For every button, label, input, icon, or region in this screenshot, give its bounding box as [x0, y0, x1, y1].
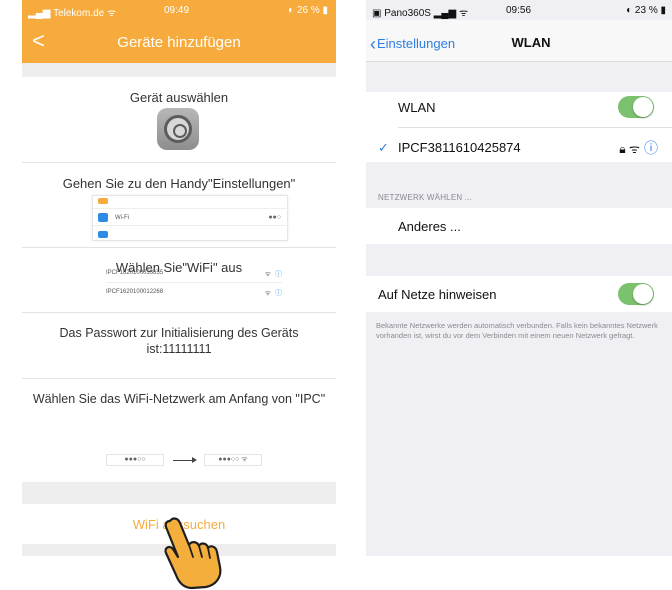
step-password: Das Passwort zur Initialisierung des Ger… [59, 326, 299, 356]
info-icon: ⓘ [275, 290, 282, 297]
app-square-icon: ▣ [372, 8, 382, 19]
battery-icon: ◐ [288, 5, 295, 16]
left-status-battery: ◐ 26 % ▮ [288, 5, 328, 16]
mini-settings-preview: Wi-Fi ●●○ [92, 195, 289, 241]
arrow-right-icon [173, 457, 197, 463]
divider [22, 247, 336, 248]
wlan-toggle[interactable] [618, 96, 654, 118]
wifi-icon: ᯤ [458, 8, 469, 19]
footer-note: Bekannte Netzwerke werden automatisch ve… [376, 321, 658, 340]
wifi-icon: ᯤ [107, 8, 117, 19]
settings-app-icon[interactable] [157, 108, 199, 150]
signal-chip-left: ●●●○○ [106, 454, 164, 466]
right-status-battery: ◐ 23 % ▮ [626, 5, 666, 16]
step-select-device: Gerät auswählen [129, 90, 229, 105]
left-status-bar: ▂▄▆ Telekom.de ᯤ 09:49 ◐ 26 % ▮ [22, 0, 336, 20]
right-phone-screen: ▣ Pano360S ▂▄▆ ᯤ 09:56 ◐ 23 % ▮ ‹Einstel… [366, 0, 672, 556]
step-goto-settings: Gehen Sie zu den Handy"Einstellungen" [62, 176, 296, 191]
blue-square-icon [98, 231, 108, 238]
mini-network-list: IPCF1620100033655 ᯤ ⓘ IPCF1620100012268 ᯤ… [106, 264, 282, 300]
left-status-carrier: ▂▄▆ Telekom.de ᯤ [28, 8, 117, 19]
wifi-square-icon [98, 213, 108, 222]
left-phone-screen: ▂▄▆ Telekom.de ᯤ 09:49 ◐ 26 % ▮ < Geräte… [22, 0, 336, 556]
mini-row [93, 196, 289, 208]
left-nav-bar: < Geräte hinzufügen [22, 20, 336, 63]
wlan-label: WLAN [398, 100, 436, 115]
network-icons: 🔒︎ ᯤ ⓘ [619, 138, 658, 158]
wlan-page-title: WLAN [511, 35, 551, 50]
checkmark-icon: ✓ [378, 140, 389, 155]
ask-networks-row: Auf Netze hinweisen [366, 276, 672, 312]
gear-icon [164, 115, 192, 143]
right-status-bar: ▣ Pano360S ▂▄▆ ᯤ 09:56 ◐ 23 % ▮ [366, 0, 672, 20]
divider [22, 162, 336, 163]
page-title: Geräte hinzufügen [117, 34, 241, 51]
divider [22, 312, 336, 313]
wifi-icon: ᯤ [264, 290, 271, 297]
mini-row-wifi: Wi-Fi ●●○ [93, 208, 289, 226]
divider [22, 378, 336, 379]
wifi-icon: ᯤ [264, 271, 271, 278]
right-nav-bar: ‹Einstellungen WLAN [366, 20, 672, 62]
other-network-row[interactable]: Anderes ... [366, 208, 672, 244]
info-icon[interactable]: ⓘ [644, 140, 658, 156]
ask-toggle[interactable] [618, 283, 654, 305]
ask-label: Auf Netze hinweisen [378, 287, 497, 302]
right-status-time: 09:56 [506, 5, 532, 16]
tap-hand-icon [164, 517, 222, 590]
info-icon: ⓘ [275, 271, 282, 278]
wifi-icon: ᯤ [629, 142, 640, 156]
battery-icon: ◐ [626, 5, 633, 16]
divider [398, 127, 672, 128]
lock-icon: 🔒︎ [619, 142, 626, 156]
mini-row [93, 227, 289, 241]
stage: ▂▄▆ Telekom.de ᯤ 09:49 ◐ 26 % ▮ < Geräte… [0, 0, 672, 590]
other-label: Anderes ... [398, 219, 461, 234]
connected-network[interactable]: IPCF3811610425874 [398, 140, 521, 155]
mini-network-row: IPCF1620100012268 ᯤ ⓘ [106, 282, 282, 300]
right-status-carrier: ▣ Pano360S ▂▄▆ ᯤ [372, 8, 469, 19]
mini-network-row: IPCF1620100033655 ᯤ ⓘ [106, 270, 282, 278]
section-header: NETZWERK WÄHLEN ... [378, 193, 473, 202]
step-choose-network: Wählen Sie das WiFi-Netzwerk am Anfang v… [32, 392, 326, 406]
left-status-time: 09:49 [164, 5, 190, 16]
signal-chip-right: ●●●○○ ᯤ [204, 454, 262, 466]
orange-square-icon [98, 198, 108, 204]
